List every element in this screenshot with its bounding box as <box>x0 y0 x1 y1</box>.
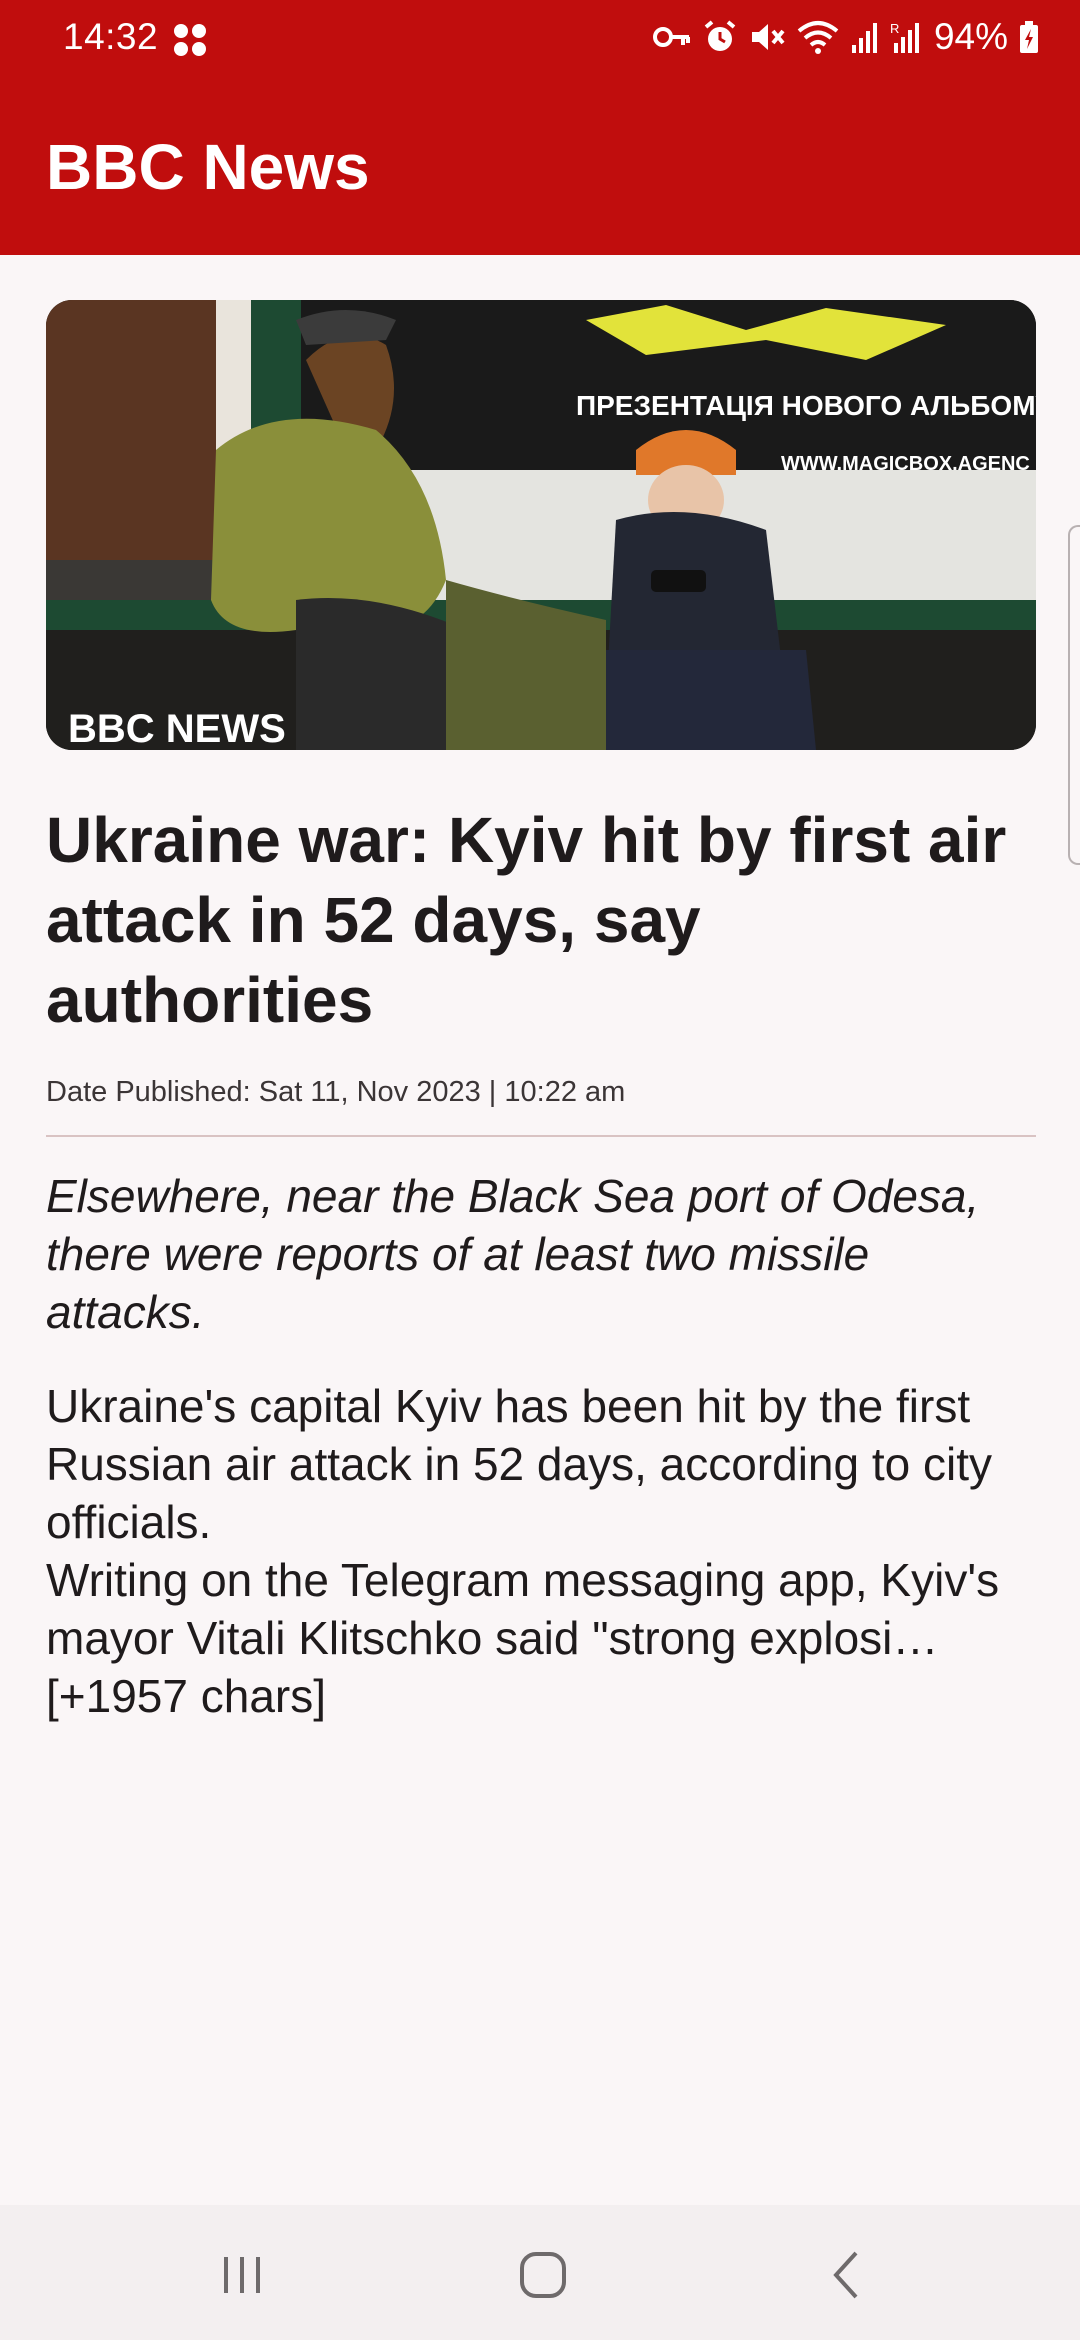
article-body: Ukraine's capital Kyiv has been hit by t… <box>46 1380 1000 1722</box>
poster-text-2: WWW.MAGICBOX.AGENC <box>781 453 1030 475</box>
app-bar: BBC News <box>0 80 1080 255</box>
navigation-bar <box>0 2205 1080 2340</box>
vpn-key-icon <box>652 27 690 47</box>
battery-charging-icon <box>1020 21 1038 53</box>
edge-panel-handle[interactable] <box>1068 525 1080 865</box>
article-date: Date Published: Sat 11, Nov 2023 | 10:22… <box>46 1076 626 1108</box>
divider <box>46 1135 1036 1137</box>
recent-apps-button[interactable] <box>202 2240 282 2310</box>
article-headline: Ukraine war: Kyiv hit by first air attac… <box>46 804 1007 1036</box>
article-image[interactable]: ПРЕЗЕНТАЦІЯ НОВОГО АЛЬБОМУ WWW.MAGICBOX.… <box>46 300 1036 750</box>
back-icon <box>833 2251 858 2299</box>
status-time: 14:32 <box>63 16 159 57</box>
recent-apps-icon <box>224 2257 260 2293</box>
article-summary: Elsewhere, near the Black Sea port of Od… <box>46 1170 980 1338</box>
roaming-signal-icon: R <box>890 21 919 53</box>
mute-icon <box>751 24 785 50</box>
notification-dots-icon <box>174 24 206 56</box>
home-button[interactable] <box>503 2240 583 2310</box>
back-button[interactable] <box>806 2240 886 2310</box>
signal-icon <box>851 23 877 53</box>
bbc-watermark: BBC NEWS <box>68 707 286 750</box>
alarm-icon <box>704 20 736 51</box>
home-icon <box>520 2252 566 2298</box>
status-icons: R 94% <box>652 16 1040 58</box>
wifi-icon <box>797 21 839 54</box>
poster-text-1: ПРЕЗЕНТАЦІЯ НОВОГО АЛЬБОМУ <box>576 390 1036 421</box>
svg-text:R: R <box>890 21 899 36</box>
article-photo: ПРЕЗЕНТАЦІЯ НОВОГО АЛЬБОМУ WWW.MAGICBOX.… <box>46 300 1036 750</box>
status-bar: 14:32 R 94% <box>0 0 1080 80</box>
app-title: BBC News <box>46 131 370 203</box>
battery-percent: 94% <box>933 16 1008 57</box>
article: ПРЕЗЕНТАЦІЯ НОВОГО АЛЬБОМУ WWW.MAGICBOX.… <box>46 300 1036 1725</box>
